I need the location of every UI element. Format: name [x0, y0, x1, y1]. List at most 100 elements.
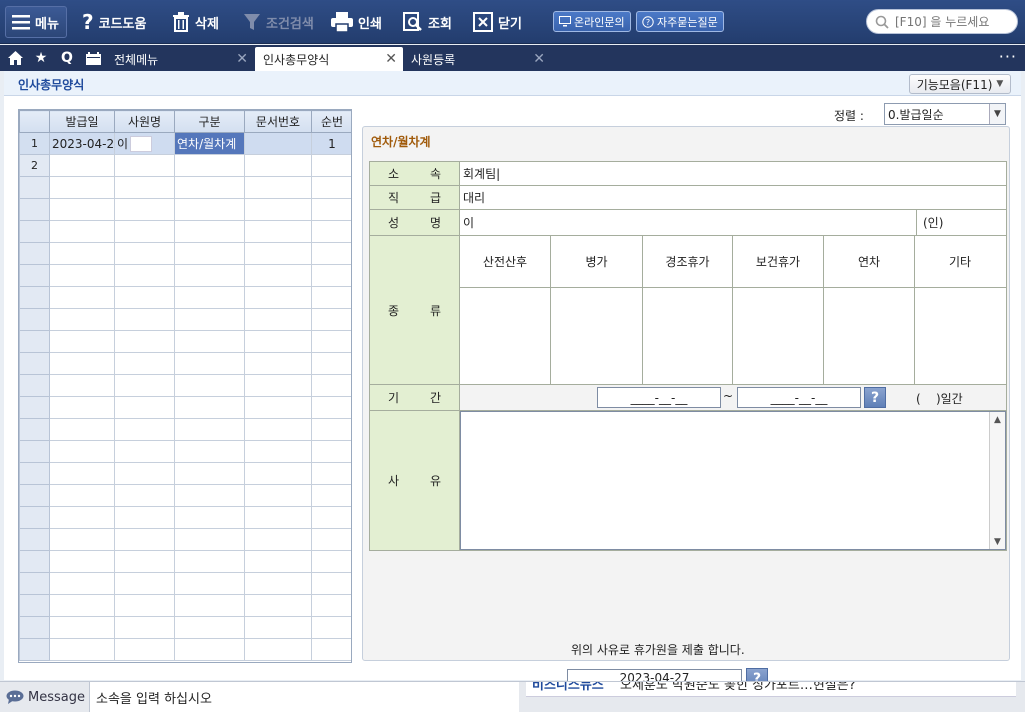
grid-cell[interactable] — [244, 440, 312, 463]
grid-cell[interactable] — [174, 220, 245, 243]
cell-date[interactable] — [49, 154, 115, 177]
grid-cell[interactable] — [244, 484, 312, 507]
grid-cell[interactable] — [49, 198, 115, 221]
grid-cell[interactable] — [114, 638, 175, 661]
tab-employee-registration[interactable]: 사원등록 ✕ — [403, 47, 551, 71]
document-grid[interactable]: 발급일 사원명 구분 문서번호 순번 1 2023-04-27 이 연차/월차계… — [18, 109, 352, 663]
grid-cell[interactable] — [49, 594, 115, 617]
grid-cell[interactable] — [49, 374, 115, 397]
function-menu-button[interactable]: 기능모음(F11) ▼ — [909, 74, 1011, 94]
grid-cell[interactable] — [311, 264, 351, 287]
dept-field[interactable]: 회계팀| — [460, 161, 1007, 186]
rank-field[interactable]: 대리 — [460, 185, 1007, 210]
table-row-empty[interactable] — [19, 198, 351, 221]
print-button[interactable]: 인쇄 — [331, 6, 382, 38]
grid-cell[interactable] — [244, 286, 312, 309]
grid-cell[interactable] — [311, 330, 351, 353]
type-condolence[interactable]: 경조휴가 — [643, 236, 733, 287]
grid-cell[interactable] — [244, 572, 312, 595]
type-health[interactable]: 보건휴가 — [733, 236, 824, 287]
date-help-button[interactable]: ? — [864, 387, 886, 408]
grid-cell[interactable] — [49, 176, 115, 199]
grid-cell[interactable] — [49, 528, 115, 551]
grid-cell[interactable] — [244, 506, 312, 529]
table-row-empty[interactable] — [19, 286, 351, 309]
grid-cell[interactable] — [311, 462, 351, 485]
grid-cell[interactable] — [49, 352, 115, 375]
grid-cell[interactable] — [311, 308, 351, 331]
grid-cell[interactable] — [114, 616, 175, 639]
type-value-cell[interactable] — [460, 288, 551, 384]
grid-cell[interactable] — [49, 484, 115, 507]
grid-cell[interactable] — [174, 330, 245, 353]
grid-cell[interactable] — [114, 264, 175, 287]
table-row-empty[interactable] — [19, 506, 351, 529]
grid-cell[interactable] — [49, 308, 115, 331]
grid-cell[interactable] — [114, 242, 175, 265]
grid-cell[interactable] — [311, 572, 351, 595]
grid-cell[interactable] — [174, 638, 245, 661]
cell-type[interactable]: 연차/월차계 — [174, 132, 245, 155]
menu-button[interactable]: 메뉴 — [5, 6, 67, 38]
grid-cell[interactable] — [244, 396, 312, 419]
more-icon[interactable]: ··· — [999, 47, 1017, 66]
grid-cell[interactable] — [244, 594, 312, 617]
name-field[interactable]: 이 — [460, 209, 917, 236]
grid-cell[interactable] — [114, 176, 175, 199]
table-row-empty[interactable] — [19, 418, 351, 441]
grid-cell[interactable] — [49, 440, 115, 463]
grid-cell[interactable] — [114, 396, 175, 419]
grid-cell[interactable] — [244, 352, 312, 375]
message-button[interactable]: Message — [6, 686, 86, 708]
grid-cell[interactable] — [49, 550, 115, 573]
grid-cell[interactable] — [114, 286, 175, 309]
table-row-empty[interactable] — [19, 440, 351, 463]
grid-cell[interactable] — [244, 198, 312, 221]
grid-cell[interactable] — [174, 242, 245, 265]
grid-cell[interactable] — [49, 616, 115, 639]
grid-cell[interactable] — [244, 550, 312, 573]
grid-cell[interactable] — [114, 462, 175, 485]
grid-cell[interactable] — [49, 242, 115, 265]
grid-cell[interactable] — [311, 352, 351, 375]
grid-cell[interactable] — [114, 374, 175, 397]
type-value-cell[interactable] — [824, 288, 915, 384]
news-headline[interactable]: 오세훈도 박원순도 꽂힌 싱가포르…현실은? — [616, 682, 1016, 696]
grid-cell[interactable] — [174, 462, 245, 485]
grid-cell[interactable] — [311, 484, 351, 507]
column-header-name[interactable]: 사원명 — [114, 110, 175, 133]
condition-search-button[interactable]: 조건검색 — [243, 6, 314, 38]
grid-cell[interactable] — [311, 528, 351, 551]
grid-cell[interactable] — [114, 440, 175, 463]
tab-close-icon[interactable]: ✕ — [236, 51, 248, 67]
tab-close-icon[interactable]: ✕ — [533, 51, 545, 67]
grid-cell[interactable] — [174, 176, 245, 199]
global-search[interactable] — [866, 9, 1018, 34]
grid-cell[interactable] — [49, 220, 115, 243]
tab-all-menu[interactable]: 전체메뉴 ✕ — [106, 47, 254, 71]
table-row-empty[interactable] — [19, 374, 351, 397]
grid-cell[interactable] — [244, 638, 312, 661]
grid-cell[interactable] — [49, 396, 115, 419]
grid-cell[interactable] — [114, 550, 175, 573]
grid-cell[interactable] — [244, 220, 312, 243]
grid-cell[interactable] — [174, 286, 245, 309]
grid-cell[interactable] — [311, 374, 351, 397]
query-button[interactable]: 조회 — [403, 6, 452, 38]
cell-name[interactable]: 이 — [114, 132, 175, 155]
grid-cell[interactable] — [174, 352, 245, 375]
table-row-empty[interactable] — [19, 594, 351, 617]
type-value-cell[interactable] — [643, 288, 733, 384]
grid-cell[interactable] — [49, 462, 115, 485]
table-row[interactable]: 1 2023-04-27 이 연차/월차계 1 — [19, 132, 351, 155]
table-row-empty[interactable] — [19, 352, 351, 375]
grid-cell[interactable] — [311, 594, 351, 617]
cell-date[interactable]: 2023-04-27 — [49, 132, 115, 155]
reason-textarea[interactable]: ▲ ▼ — [460, 411, 1006, 550]
grid-cell[interactable] — [114, 330, 175, 353]
sort-select[interactable]: 0.발급일순 ▼ — [884, 103, 1006, 125]
grid-cell[interactable] — [311, 286, 351, 309]
grid-cell[interactable] — [114, 308, 175, 331]
grid-cell[interactable] — [49, 330, 115, 353]
table-row-empty[interactable] — [19, 242, 351, 265]
